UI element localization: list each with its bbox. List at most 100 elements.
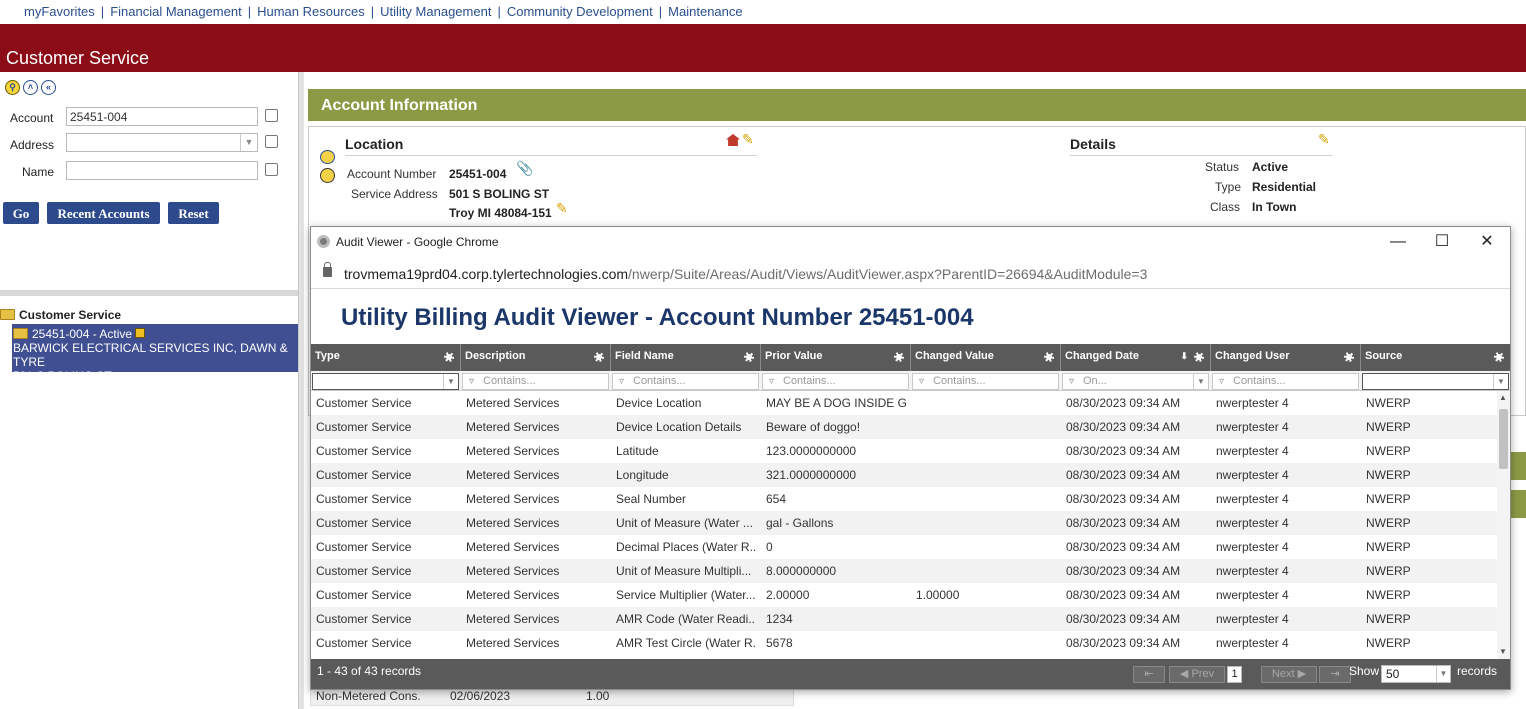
close-icon[interactable]: ✕ — [1476, 231, 1498, 253]
gear-icon[interactable] — [594, 352, 604, 362]
nav-human-resources[interactable]: Human Resources — [257, 4, 365, 19]
cell-changed-user: nwerptester 4 — [1216, 516, 1289, 530]
changed-date-filter-input[interactable]: ▿ On... ▼ — [1062, 373, 1209, 390]
column-header-type[interactable]: Type — [311, 344, 461, 371]
cell-changed-date: 08/30/2023 09:34 AM — [1066, 588, 1181, 602]
gear-icon[interactable] — [894, 352, 904, 362]
maximize-icon[interactable]: ☐ — [1431, 231, 1453, 253]
column-header-description[interactable]: Description — [461, 344, 611, 371]
changed-value-filter-input[interactable]: ▿ Contains... — [912, 373, 1059, 390]
gear-icon[interactable] — [1194, 352, 1204, 362]
column-header-field-name[interactable]: Field Name — [611, 344, 761, 371]
field-name-filter-input[interactable]: ▿ Contains... — [612, 373, 759, 390]
chevron-down-icon: ▼ — [443, 374, 458, 389]
pencil-icon[interactable]: ✎ — [1318, 131, 1334, 147]
cell-type: Customer Service — [316, 564, 412, 578]
nav-separator: | — [497, 4, 501, 19]
location-heading: Location — [345, 136, 404, 152]
url-text[interactable]: trovmema19prd04.corp.tylertechnologies.c… — [344, 266, 1147, 282]
nav-separator: | — [370, 4, 375, 19]
scroll-thumb[interactable] — [1499, 409, 1508, 469]
gear-icon[interactable] — [444, 352, 454, 362]
nav-myfavorites[interactable]: myFavorites — [24, 4, 95, 19]
gear-icon[interactable] — [1494, 352, 1504, 362]
grid-footer: 1 - 43 of 43 records ⇤ ◀ Prev 1 Next ▶ ⇥… — [311, 659, 1510, 689]
column-header-changed-value[interactable]: Changed Value — [911, 344, 1061, 371]
table-row[interactable]: Customer Service Metered Services Unit of … — [311, 511, 1497, 535]
table-row[interactable]: Customer Service Metered Services Seal Num… — [311, 487, 1497, 511]
reset-button[interactable]: Reset — [168, 202, 219, 224]
tree-selected-account[interactable]: 25451-004 - Active BARWICK ELECTRICAL SE… — [12, 324, 298, 383]
address-checkbox[interactable] — [265, 135, 278, 148]
account-checkbox[interactable] — [265, 109, 278, 122]
service-address-line1: 501 S BOLING ST — [449, 187, 550, 201]
column-header-changed-user[interactable]: Changed User — [1211, 344, 1361, 371]
nav-separator: | — [658, 4, 663, 19]
chevron-down-icon: ▼ — [1493, 374, 1508, 389]
cell-description: Metered Services — [466, 636, 560, 650]
page-size-select[interactable]: 50 ▼ — [1381, 665, 1451, 683]
recent-accounts-button[interactable]: Recent Accounts — [47, 202, 160, 224]
nav-financial-management[interactable]: Financial Management — [110, 4, 242, 19]
gear-icon[interactable] — [1344, 352, 1354, 362]
location-doc-icon[interactable] — [320, 168, 335, 183]
nav-maintenance[interactable]: Maintenance — [668, 4, 742, 19]
pencil-icon[interactable]: ✎ — [556, 200, 572, 216]
account-information-header: Account Information — [308, 89, 1526, 121]
address-dropdown[interactable]: ▼ — [66, 133, 258, 152]
paperclip-icon[interactable]: 📎 — [516, 160, 533, 177]
nav-utility-management[interactable]: Utility Management — [380, 4, 491, 19]
caret-right-icon: ▶ — [1297, 668, 1307, 680]
table-row[interactable]: Customer Service Metered Services Device L… — [311, 391, 1497, 415]
table-row[interactable]: Customer Service Metered Services Unit of … — [311, 559, 1497, 583]
description-filter-input[interactable]: ▿ Contains... — [462, 373, 609, 390]
prev-page-button[interactable]: ◀ Prev — [1169, 666, 1225, 683]
table-row[interactable]: Customer Service Metered Services Longitud… — [311, 463, 1497, 487]
filter-placeholder: On... — [1083, 375, 1107, 387]
table-row[interactable]: Customer Service Metered Services Service … — [311, 583, 1497, 607]
table-row[interactable]: Customer Service Metered Services AMR Test… — [311, 631, 1497, 655]
gear-icon[interactable] — [744, 352, 754, 362]
audit-viewer-window: Audit Viewer - Google Chrome — ☐ ✕ trovm… — [310, 226, 1511, 690]
column-header-prior-value[interactable]: Prior Value — [761, 344, 911, 371]
page-number[interactable]: 1 — [1227, 666, 1242, 683]
table-row[interactable]: Customer Service Metered Services AMR Code… — [311, 607, 1497, 631]
cell-source: NWERP — [1366, 636, 1411, 650]
record-count: 1 - 43 of 43 records — [317, 664, 422, 678]
cell-source: NWERP — [1366, 564, 1411, 578]
column-header-changed-date[interactable]: Changed Date ⬇ — [1061, 344, 1211, 371]
scroll-up-icon[interactable]: ▲ — [1499, 393, 1507, 402]
gear-icon[interactable] — [1044, 352, 1054, 362]
collapse-left-icon[interactable]: « — [41, 80, 56, 95]
minimize-icon[interactable]: — — [1387, 231, 1409, 253]
vertical-splitter[interactable] — [298, 72, 304, 709]
table-row[interactable]: Customer Service Metered Services Device L… — [311, 415, 1497, 439]
location-mail-icon[interactable] — [320, 150, 335, 164]
cell-type: Customer Service — [316, 420, 412, 434]
collapse-up-icon[interactable]: ˄ — [23, 80, 38, 95]
source-filter-dropdown[interactable]: ▼ — [1362, 373, 1509, 390]
name-input[interactable] — [66, 161, 258, 180]
cell-type: Customer Service — [316, 636, 412, 650]
go-button[interactable]: Go — [3, 202, 39, 224]
next-page-button[interactable]: Next ▶ — [1261, 666, 1317, 683]
cell-field-name: AMR Test Circle (Water R... — [616, 636, 756, 650]
search-icon[interactable]: ⚲ — [5, 80, 20, 95]
first-page-button[interactable]: ⇤ — [1133, 666, 1165, 683]
nav-community-development[interactable]: Community Development — [507, 4, 653, 19]
scroll-down-icon[interactable]: ▼ — [1499, 647, 1507, 656]
prior-value-filter-input[interactable]: ▿ Contains... — [762, 373, 909, 390]
changed-user-filter-input[interactable]: ▿ Contains... — [1212, 373, 1359, 390]
horizontal-splitter[interactable] — [0, 290, 298, 296]
grid-scrollbar[interactable]: ▲ ▼ — [1497, 391, 1510, 659]
account-input[interactable] — [66, 107, 258, 126]
table-row[interactable]: Customer Service Metered Services Latitude… — [311, 439, 1497, 463]
address-bar[interactable]: trovmema19prd04.corp.tylertechnologies.c… — [311, 257, 1510, 289]
type-filter-dropdown[interactable]: ▼ — [312, 373, 459, 390]
tree-root[interactable]: Customer Service — [0, 308, 121, 322]
last-page-button[interactable]: ⇥ — [1319, 666, 1351, 683]
column-header-source[interactable]: Source — [1361, 344, 1510, 371]
pencil-icon[interactable]: ✎ — [742, 131, 758, 147]
table-row[interactable]: Customer Service Metered Services Decimal … — [311, 535, 1497, 559]
name-checkbox[interactable] — [265, 163, 278, 176]
